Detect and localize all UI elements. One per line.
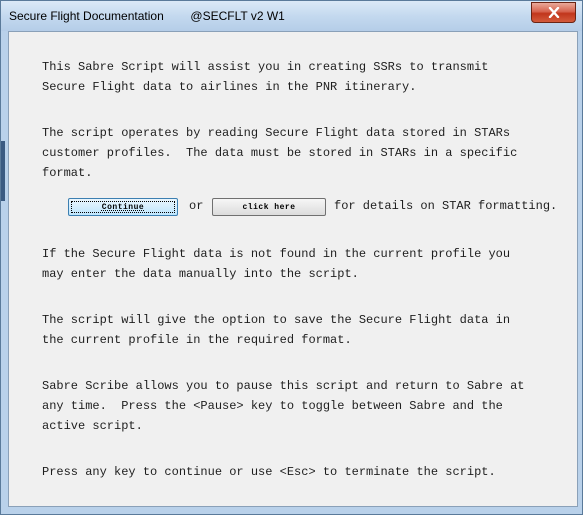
close-icon	[548, 7, 559, 18]
intro-line-2: Secure Flight data to airlines in the PN…	[42, 80, 417, 94]
manual-entry-line-2: may enter the data manually into the scr…	[42, 267, 359, 281]
pause-line-2: any time. Press the <Pause> key to toggl…	[42, 399, 503, 413]
star-formatting-text: for details on STAR formatting.	[334, 199, 558, 213]
continue-instruction: Press any key to continue or use <Esc> t…	[42, 465, 496, 479]
save-option-line-2: the current profile in the required form…	[42, 333, 352, 347]
operation-line-3: format.	[42, 166, 93, 180]
continue-button-label: Continue	[101, 202, 145, 212]
manual-entry-line-1: If the Secure Flight data is not found i…	[42, 247, 511, 261]
window-subtitle: @SECFLT v2 W1	[190, 9, 285, 23]
save-option-line-1: The script will give the option to save …	[42, 313, 511, 327]
window-edge-accent	[1, 141, 5, 201]
pause-line-1: Sabre Scribe allows you to pause this sc…	[42, 379, 525, 393]
operation-line-1: The script operates by reading Secure Fl…	[42, 126, 511, 140]
title-bar[interactable]: Secure Flight Documentation @SECFLT v2 W…	[1, 1, 582, 31]
pause-line-3: active script.	[42, 419, 143, 433]
dialog-window: Secure Flight Documentation @SECFLT v2 W…	[0, 0, 583, 515]
or-text: or	[189, 199, 204, 213]
dialog-content: This Sabre Script will assist you in cre…	[8, 31, 578, 507]
click-here-button-label: click here	[242, 202, 296, 212]
window-title: Secure Flight Documentation	[9, 9, 164, 23]
continue-button[interactable]: Continue	[68, 198, 178, 216]
operation-line-2: customer profiles. The data must be stor…	[42, 146, 518, 160]
click-here-button[interactable]: click here	[212, 198, 326, 216]
intro-line-1: This Sabre Script will assist you in cre…	[42, 60, 489, 74]
close-button[interactable]	[531, 2, 576, 23]
